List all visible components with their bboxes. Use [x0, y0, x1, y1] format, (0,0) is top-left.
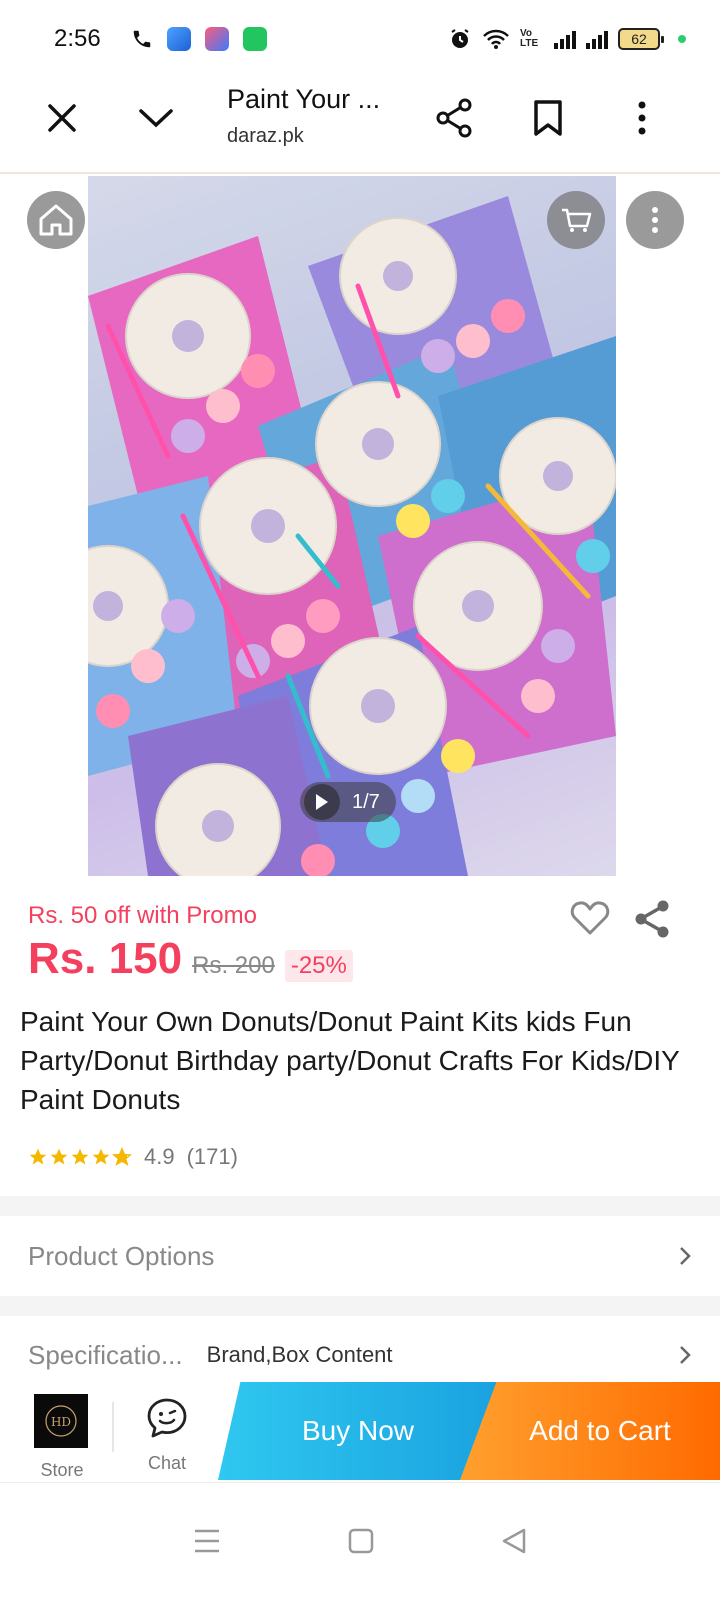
signal-icon-2 [586, 29, 608, 49]
rating-value: 4.9 [144, 1144, 175, 1169]
back-button[interactable] [501, 1527, 527, 1560]
bookmark-button[interactable] [516, 86, 580, 150]
section-divider [0, 1296, 720, 1316]
wishlist-button[interactable] [570, 900, 610, 941]
product-title: Paint Your Own Donuts/Donut Paint Kits k… [20, 1006, 680, 1115]
share-icon [635, 900, 669, 938]
donut-kits-illustration [88, 176, 616, 876]
bookmark-icon [534, 100, 562, 136]
chat-label: Chat [147, 1453, 187, 1473]
status-notification-icons [131, 27, 267, 51]
chevron-right-icon [680, 1346, 691, 1364]
browser-app-icon [166, 27, 191, 51]
recents-button[interactable] [193, 1528, 221, 1559]
star-rating [28, 1147, 132, 1167]
product-image[interactable] [88, 176, 616, 876]
privacy-indicator-dot [678, 35, 686, 43]
more-options-button[interactable] [610, 86, 674, 150]
status-system-icons: Vo LTE 62 [448, 27, 686, 51]
more-vertical-icon [638, 101, 646, 135]
svg-text:HD: HD [51, 1415, 71, 1429]
cart-icon [562, 208, 592, 232]
heart-icon [570, 901, 610, 935]
browser-header: Paint Your ... daraz.pk [0, 78, 720, 174]
more-vertical-icon [652, 207, 658, 233]
home-button[interactable] [27, 191, 85, 249]
play-icon [316, 794, 328, 810]
price-row: Rs. 150 Rs. 200 -25% [28, 934, 353, 984]
original-price: Rs. 200 [192, 952, 275, 979]
product-options-label: Product Options [28, 1240, 215, 1271]
discount-badge: -25% [284, 950, 353, 982]
star-half-icon [112, 1147, 132, 1166]
status-time: 2:56 [54, 25, 101, 52]
store-logo-mark: HD [45, 1405, 77, 1437]
buy-now-button[interactable]: Buy Now [218, 1382, 498, 1480]
star-icon [50, 1148, 68, 1165]
play-video-button[interactable] [304, 784, 340, 820]
menu-icon [195, 1529, 220, 1553]
rating-row[interactable]: 4.9 (171) [28, 1144, 238, 1170]
signal-icon [554, 29, 576, 49]
specifications-value: Brand,Box Content [206, 1342, 393, 1367]
action-divider [112, 1402, 114, 1452]
star-icon [92, 1148, 110, 1165]
home-nav-button[interactable] [348, 1528, 374, 1559]
gallery-pager[interactable]: 1/7 [300, 782, 396, 822]
status-bar: 2:56 Vo LTE 62 [0, 0, 720, 78]
square-icon [348, 1528, 374, 1554]
cart-button[interactable] [547, 191, 605, 249]
product-gallery[interactable]: 1/7 [0, 176, 720, 876]
star-icon [71, 1148, 89, 1165]
photos-app-icon [204, 27, 229, 51]
system-navigation-bar [0, 1482, 720, 1604]
alarm-icon [451, 29, 469, 48]
page-title: Paint Your ... [227, 84, 381, 114]
close-icon [48, 104, 76, 132]
close-button[interactable] [30, 86, 94, 150]
chat-button[interactable]: Chat [140, 1396, 194, 1474]
pager-count: 1/7 [352, 790, 380, 813]
current-price: Rs. 150 [28, 934, 183, 983]
share-icon [436, 98, 472, 138]
calculator-app-icon [242, 27, 267, 51]
page-url: daraz.pk [227, 125, 304, 147]
bottom-action-bar: HD Store Chat Buy Now Add to Cart [0, 1382, 720, 1482]
share-button[interactable] [422, 86, 486, 150]
home-icon [39, 204, 73, 236]
chevron-right-icon [680, 1247, 691, 1265]
rating-count: (171) [186, 1144, 238, 1169]
promo-text[interactable]: Rs. 50 off with Promo [28, 902, 257, 930]
battery-icon: 62 [618, 28, 664, 50]
chevron-down-icon [139, 109, 173, 128]
wifi-icon [483, 29, 509, 49]
minimize-button[interactable] [124, 86, 188, 150]
star-icon [29, 1148, 47, 1165]
page-title-block[interactable]: Paint Your ... daraz.pk [227, 84, 380, 148]
back-triangle-icon [502, 1528, 525, 1554]
product-options-row[interactable]: Product Options [0, 1216, 720, 1296]
store-label: Store [40, 1460, 84, 1480]
section-divider [0, 1196, 720, 1216]
phone-icon [133, 30, 150, 48]
store-button[interactable]: HD Store [34, 1394, 90, 1481]
battery-level: 62 [631, 31, 647, 47]
specifications-label: Specificatio... [28, 1339, 183, 1370]
add-to-cart-button[interactable]: Add to Cart [460, 1382, 720, 1480]
gallery-more-button[interactable] [626, 191, 684, 249]
store-logo: HD [34, 1394, 88, 1448]
chat-icon [147, 1398, 187, 1438]
product-share-button[interactable] [632, 898, 672, 945]
volte-label: Vo LTE [520, 28, 539, 49]
